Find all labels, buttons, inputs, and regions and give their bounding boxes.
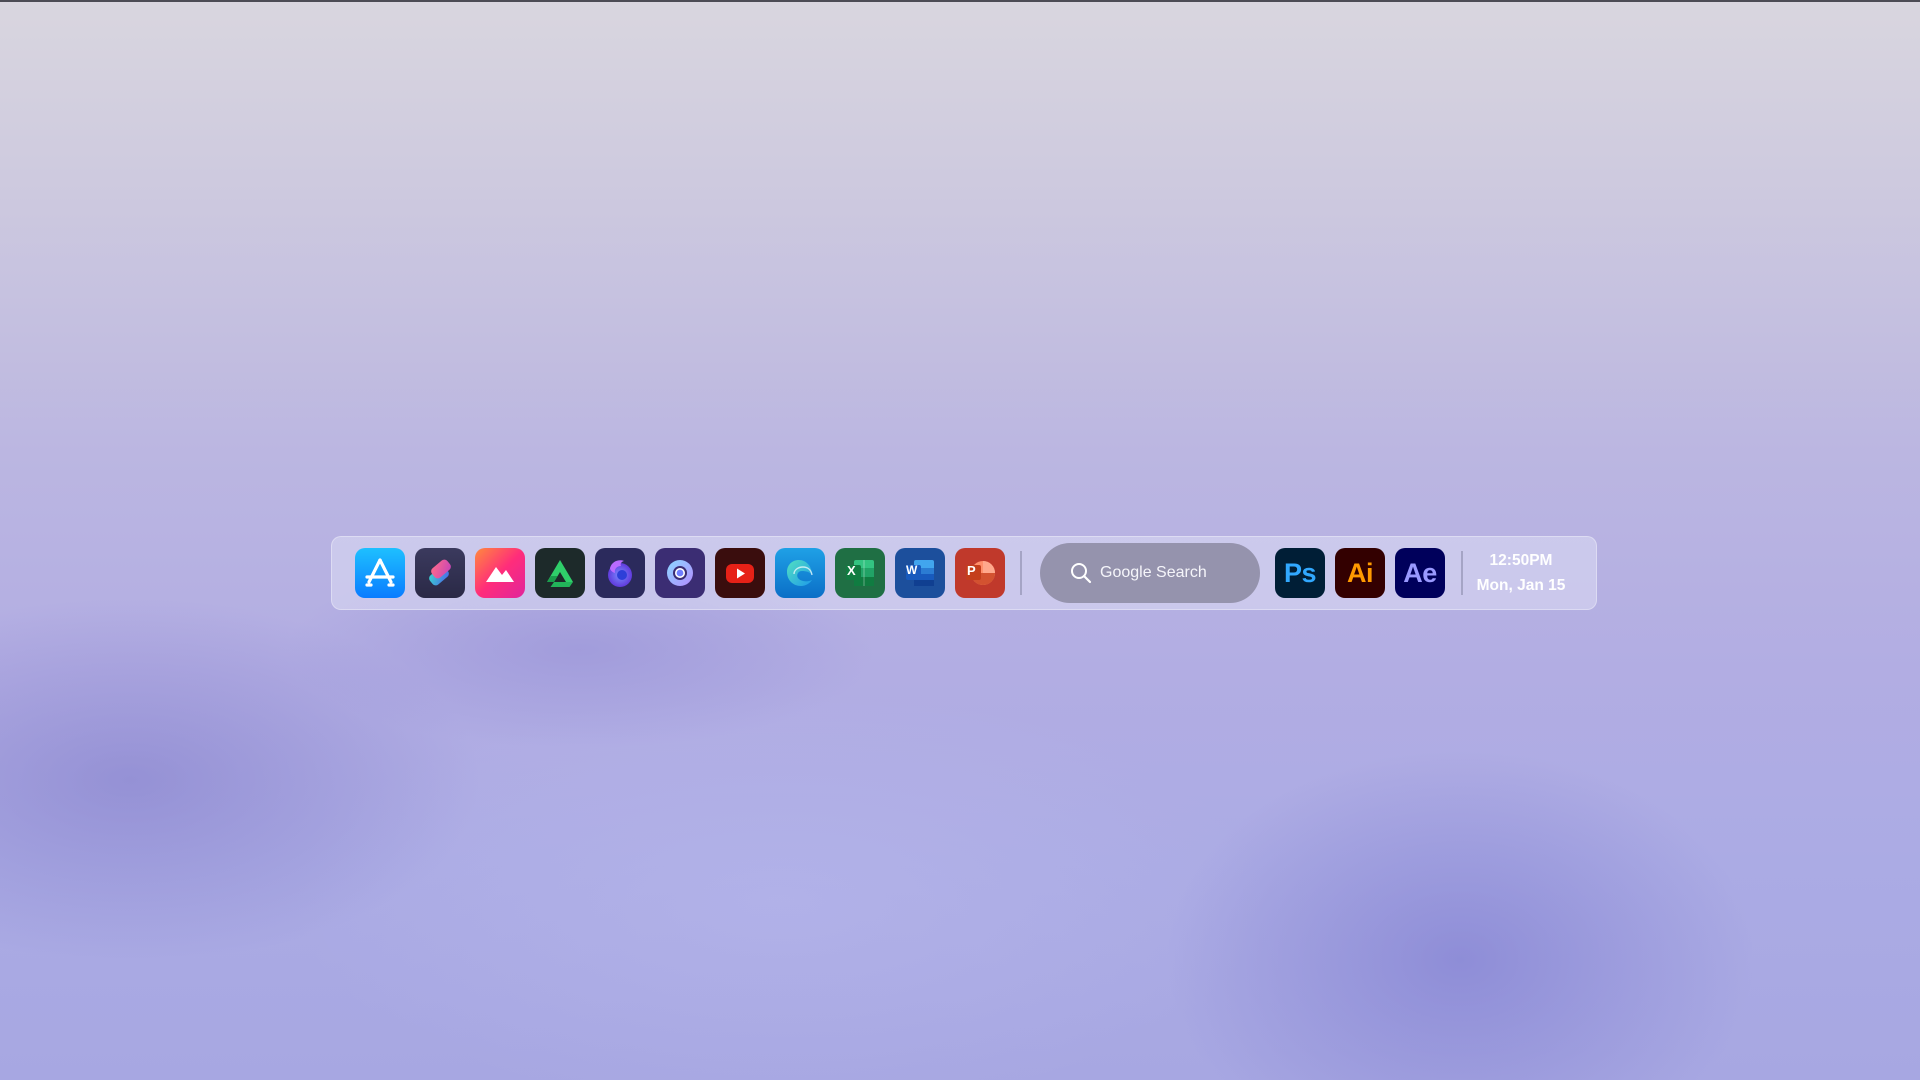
shortcuts-icon[interactable]: [415, 548, 465, 598]
firefox-icon[interactable]: [595, 548, 645, 598]
mountain-photo-icon[interactable]: [475, 548, 525, 598]
photoshop-abbr: Ps: [1283, 557, 1317, 588]
illustrator-icon[interactable]: Ai: [1335, 548, 1385, 598]
drive-icon[interactable]: [535, 548, 585, 598]
app-store-icon[interactable]: [355, 548, 405, 598]
powerpoint-letter: P: [967, 563, 976, 578]
excel-icon[interactable]: X: [835, 548, 885, 598]
word-icon[interactable]: W: [895, 548, 945, 598]
illustrator-abbr: Ai: [1347, 557, 1374, 588]
chromium-icon[interactable]: [655, 548, 705, 598]
dock: X W P Google Search Ps Ai Ae 12:50PM Mon…: [331, 536, 1597, 610]
powerpoint-icon[interactable]: P: [955, 548, 1005, 598]
clock[interactable]: 12:50PM Mon, Jan 15: [1466, 548, 1576, 598]
after-effects-abbr: Ae: [1403, 557, 1437, 588]
photoshop-icon[interactable]: Ps: [1275, 548, 1325, 598]
clock-time: 12:50PM: [1489, 552, 1553, 569]
excel-letter: X: [847, 563, 856, 578]
clock-date: Mon, Jan 15: [1476, 577, 1566, 594]
youtube-icon[interactable]: [715, 548, 765, 598]
after-effects-icon[interactable]: Ae: [1395, 548, 1445, 598]
dock-separator: [1020, 551, 1022, 595]
search-icon: [1071, 563, 1092, 584]
google-search-field[interactable]: Google Search: [1040, 543, 1260, 603]
edge-icon[interactable]: [775, 548, 825, 598]
screen-top-edge: [0, 0, 1920, 2]
search-label: Google Search: [1100, 564, 1207, 581]
dock-separator: [1461, 551, 1463, 595]
word-letter: W: [906, 563, 918, 577]
